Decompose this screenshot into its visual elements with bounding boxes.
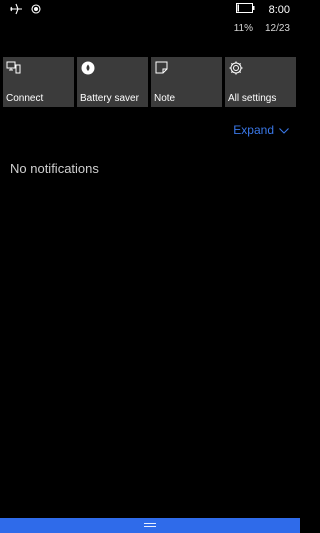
quick-actions: Connect Battery saver Note All settings	[3, 57, 296, 107]
quick-action-label: Battery saver	[80, 93, 139, 104]
quick-action-note[interactable]: Note	[151, 57, 222, 107]
status-bar: 8:00 11% 12/23	[0, 0, 300, 40]
grip-line	[144, 523, 156, 524]
gear-icon	[228, 60, 244, 76]
chevron-down-icon	[279, 123, 289, 137]
quick-action-label: Note	[154, 93, 176, 104]
quick-action-label: Connect	[6, 93, 44, 104]
status-icons-left	[9, 3, 41, 15]
quick-action-connect[interactable]: Connect	[3, 57, 74, 107]
status-right-bottom: 11% 12/23	[234, 23, 290, 34]
quick-action-battery-saver[interactable]: Battery saver	[77, 57, 148, 107]
expand-label: Expand	[233, 123, 274, 137]
note-icon	[154, 60, 170, 76]
battery-saver-icon	[80, 60, 96, 76]
action-center-handle[interactable]	[0, 518, 300, 533]
battery-percent: 11%	[233, 23, 253, 34]
location-icon	[31, 4, 41, 14]
quick-action-label: All settings	[228, 93, 277, 104]
connect-icon	[6, 60, 22, 76]
clock-time: 8:00	[268, 3, 290, 16]
expand-button[interactable]: Expand	[233, 123, 289, 137]
empty-notifications-text: No notifications	[10, 161, 99, 176]
airplane-icon	[9, 3, 23, 15]
battery-icon	[235, 3, 255, 16]
quick-action-all-settings[interactable]: All settings	[225, 57, 296, 107]
grip-line	[144, 526, 156, 527]
date: 12/23	[264, 23, 290, 34]
status-right-top: 8:00	[235, 3, 290, 16]
